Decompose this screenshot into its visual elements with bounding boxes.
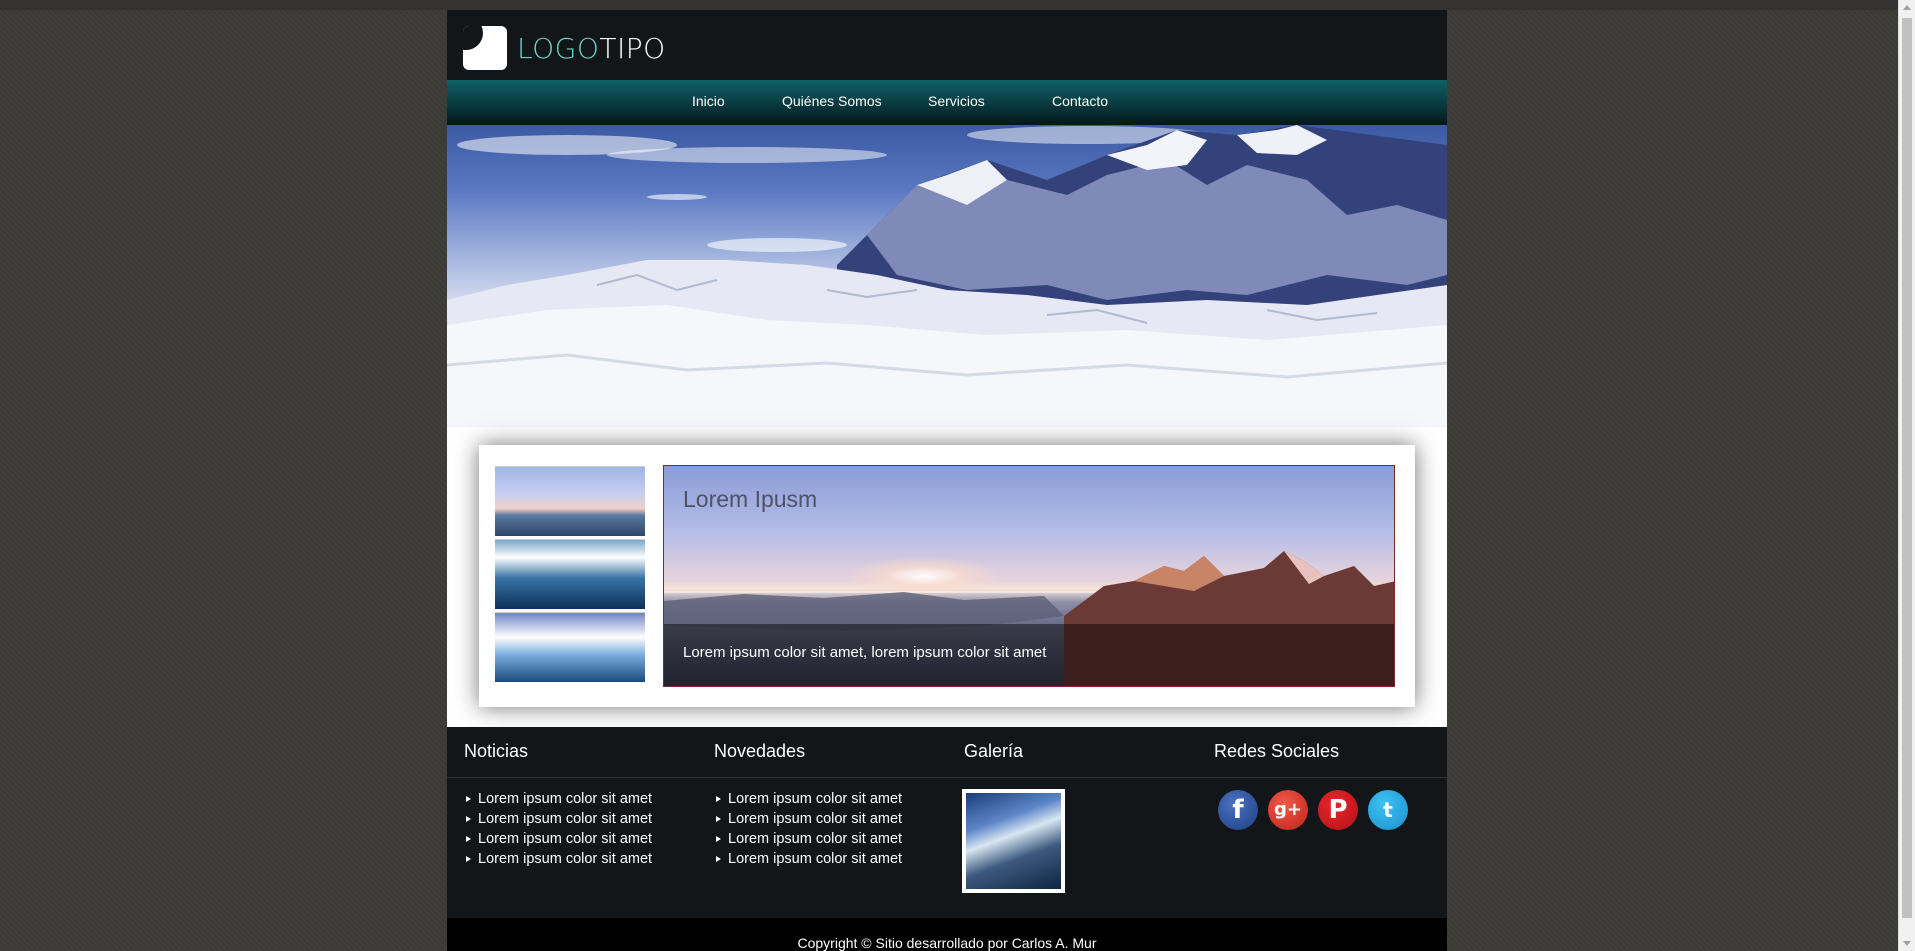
list-item[interactable]: Lorem ipsum color sit amet (464, 829, 652, 849)
logo-part2: TIPO (599, 32, 666, 65)
nav-item-contacto[interactable]: Contacto (1052, 93, 1108, 109)
scroll-down-arrow-icon[interactable] (1903, 941, 1911, 946)
list-item[interactable]: Lorem ipsum color sit amet (464, 809, 652, 829)
list-item[interactable]: Lorem ipsum color sit amet (714, 829, 902, 849)
nav-item-quienes-somos[interactable]: Quiénes Somos (782, 93, 882, 109)
logo-text[interactable]: LOGOTIPO (517, 32, 666, 65)
snowy-mountain-illustration (447, 125, 1447, 427)
window-top-strip (0, 0, 1915, 10)
gallery-thumbnail[interactable] (962, 789, 1065, 893)
logo-icon[interactable] (463, 26, 507, 70)
slide-caption-text: Lorem ipsum color sit amet, lorem ipsum … (683, 644, 1047, 661)
wave-thumbnail[interactable] (495, 612, 645, 682)
footer-divider (447, 777, 1447, 778)
sunset-thumbnail[interactable] (495, 466, 645, 536)
footer-columns: Noticias Novedades Galería Redes Sociale… (447, 727, 1447, 918)
scrollbar-thumb[interactable] (1902, 18, 1912, 918)
main-nav: Inicio Quiénes Somos Servicios Contacto (447, 80, 1447, 125)
footer-title-galeria: Galería (964, 741, 1024, 761)
copyright-bar: Copyright © Sitio desarrollado por Carlo… (447, 918, 1447, 951)
footer-title-novedades: Novedades (714, 741, 806, 761)
novedades-list: Lorem ipsum color sit amet Lorem ipsum c… (714, 789, 902, 869)
list-item[interactable]: Lorem ipsum color sit amet (464, 849, 652, 869)
slider-panel: Lorem Ipusm Lorem ipsum color sit amet, … (479, 445, 1415, 707)
vertical-scrollbar[interactable] (1898, 0, 1915, 951)
noticias-list: Lorem ipsum color sit amet Lorem ipsum c… (464, 789, 652, 869)
slide-title: Lorem Ipusm (683, 486, 818, 512)
footer-title-noticias: Noticias (464, 741, 529, 761)
hero-banner (447, 125, 1447, 427)
list-item[interactable]: Lorem ipsum color sit amet (464, 789, 652, 809)
slide-caption-bar: Lorem ipsum color sit amet, lorem ipsum … (664, 624, 1394, 686)
page-wrapper: LOGOTIPO Inicio Quiénes Somos Servicios … (447, 10, 1447, 951)
pinterest-icon[interactable]: P (1318, 790, 1358, 830)
footer-title-redes-sociales: Redes Sociales (1214, 741, 1340, 761)
twitter-icon[interactable]: t (1368, 790, 1408, 830)
site-header: LOGOTIPO (447, 10, 1447, 80)
google-plus-icon[interactable]: g+ (1268, 790, 1308, 830)
list-item[interactable]: Lorem ipsum color sit amet (714, 789, 902, 809)
content-area: Lorem Ipusm Lorem ipsum color sit amet, … (447, 427, 1447, 727)
nav-item-servicios[interactable]: Servicios (928, 93, 985, 109)
copyright-text: Copyright © Sitio desarrollado por Carlo… (797, 935, 1097, 951)
ocean-mountain-thumbnail[interactable] (495, 539, 645, 609)
list-item[interactable]: Lorem ipsum color sit amet (714, 849, 902, 869)
nav-item-inicio[interactable]: Inicio (692, 93, 725, 109)
slide-image[interactable]: Lorem Ipusm Lorem ipsum color sit amet, … (663, 465, 1395, 687)
list-item[interactable]: Lorem ipsum color sit amet (714, 809, 902, 829)
logo-part1: LOGO (517, 32, 600, 65)
scroll-up-arrow-icon[interactable] (1903, 5, 1911, 10)
facebook-icon[interactable]: f (1218, 790, 1258, 830)
